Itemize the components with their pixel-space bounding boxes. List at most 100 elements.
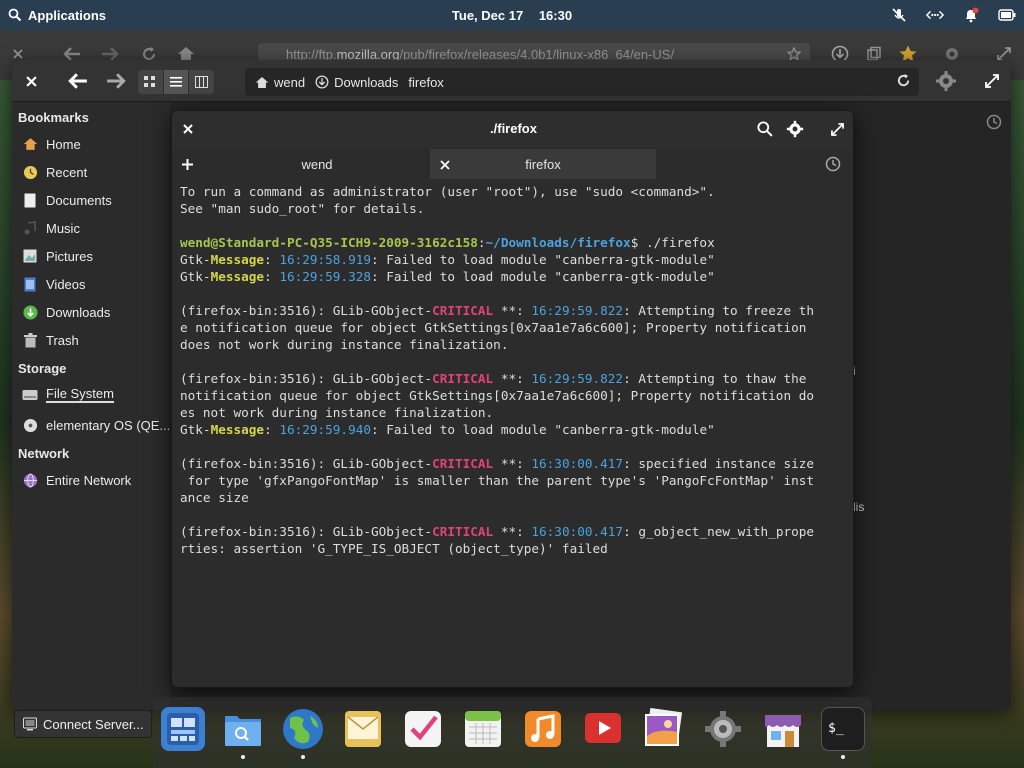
multitasking-icon xyxy=(167,713,199,745)
sidebar-item-recent[interactable]: Recent xyxy=(22,160,170,184)
log-timestamp: 16:29:58.919 xyxy=(279,252,371,267)
sidebar-item-label: Trash xyxy=(46,332,79,348)
prompt-path: ~/Downloads/firefox xyxy=(485,235,631,250)
terminal-settings-gear-icon[interactable] xyxy=(784,111,806,147)
terminal-line: See "man sudo_root" for details. xyxy=(180,201,425,216)
dock-mail[interactable] xyxy=(341,707,385,751)
recent-icon xyxy=(22,164,38,180)
sidebar-item-file-system[interactable]: File System xyxy=(22,383,170,407)
time-label[interactable]: 16:30 xyxy=(539,8,572,23)
dock: $_ xyxy=(153,697,872,768)
dock-appcenter[interactable] xyxy=(761,707,805,751)
log-text: : Attempting to thaw the xyxy=(623,371,807,386)
indicator-area xyxy=(890,0,1016,30)
terminal-headerbar: ./firefox xyxy=(172,111,853,147)
videos-app-icon xyxy=(585,713,621,743)
gtk-message-tag: Message xyxy=(210,269,265,284)
files-forward-icon[interactable] xyxy=(104,60,128,102)
sidebar-heading-network: Network xyxy=(18,446,70,461)
dock-multitasking-view[interactable] xyxy=(161,707,205,751)
svg-text:$_: $_ xyxy=(828,721,844,736)
log-timestamp: 16:29:59.940 xyxy=(279,422,371,437)
log-text: : Failed to load module "canberra-gtk-mo… xyxy=(371,422,715,437)
sidebar-item-documents[interactable]: Documents xyxy=(22,188,170,212)
notification-bell-icon[interactable] xyxy=(962,6,980,24)
breadcrumb-home[interactable]: wend xyxy=(253,75,313,90)
connect-server-button[interactable]: Connect Server... xyxy=(14,710,152,738)
sidebar-item-music[interactable]: Music xyxy=(22,216,170,240)
dock-system-settings[interactable] xyxy=(701,707,745,751)
tab-firefox[interactable]: firefox xyxy=(430,149,656,179)
settings-icon xyxy=(705,711,741,747)
tab-wend[interactable]: wend xyxy=(204,149,430,179)
terminal-icon: $_ xyxy=(828,721,844,736)
sidebar-item-label: Videos xyxy=(46,276,86,292)
terminal-output[interactable]: To run a command as administrator (user … xyxy=(180,183,850,683)
terminal-search-icon[interactable] xyxy=(754,111,776,147)
top-panel: Applications Tue, Dec 17 16:30 xyxy=(0,0,1024,30)
dock-terminal[interactable]: $_ xyxy=(821,707,865,751)
log-stars: **: xyxy=(493,303,532,318)
breadcrumb-downloads[interactable]: Downloads xyxy=(313,75,406,90)
sidebar-item-label: File System xyxy=(46,386,114,403)
connect-server-label: Connect Server... xyxy=(43,716,144,732)
dock-videos[interactable] xyxy=(581,707,625,751)
log-stars: **: xyxy=(493,371,532,386)
sidebar-item-home[interactable]: Home xyxy=(22,132,170,156)
files-maximize-icon[interactable] xyxy=(980,60,1004,102)
tab-label: firefox xyxy=(525,156,561,172)
history-icon[interactable] xyxy=(982,110,1006,134)
content-text-fragment: lis xyxy=(853,500,865,514)
music-icon xyxy=(22,220,38,236)
grid-view-icon[interactable] xyxy=(138,70,164,94)
date-label[interactable]: Tue, Dec 17 xyxy=(452,8,523,23)
dock-web-browser[interactable] xyxy=(281,707,325,751)
list-view-icon[interactable] xyxy=(163,70,190,94)
log-text: : Attempting to freeze th xyxy=(623,303,815,318)
sidebar-item-trash[interactable]: Trash xyxy=(22,328,170,352)
sidebar-item-os-disc[interactable]: elementary OS (QE... xyxy=(22,413,170,437)
network-icon[interactable] xyxy=(926,6,944,24)
tab-close-icon[interactable] xyxy=(440,158,450,173)
files-close-icon[interactable] xyxy=(20,60,42,102)
terminal-tab-bar: wend firefox xyxy=(172,149,853,179)
gtk-prefix: Gtk- xyxy=(180,269,211,284)
log-timestamp: 16:29:59.822 xyxy=(531,303,624,318)
files-menu-gear-icon[interactable] xyxy=(932,60,960,102)
new-tab-icon[interactable] xyxy=(178,149,196,179)
applications-menu[interactable]: Applications xyxy=(0,8,106,23)
sidebar-item-videos[interactable]: Videos xyxy=(22,272,170,296)
files-back-icon[interactable] xyxy=(66,60,90,102)
terminal-line: Gtk-Message: 16:29:59.328: Failed to loa… xyxy=(180,268,850,285)
dock-music[interactable] xyxy=(521,707,565,751)
gtk-prefix: Gtk- xyxy=(180,252,211,267)
critical-tag: CRITICAL xyxy=(432,524,494,539)
disc-icon xyxy=(22,417,38,433)
tab-history-icon[interactable] xyxy=(822,149,844,179)
sidebar-item-entire-network[interactable]: Entire Network xyxy=(22,468,170,492)
power-battery-icon[interactable] xyxy=(998,6,1016,24)
location-pathbar[interactable]: wend Downloads firefox xyxy=(245,68,919,96)
sidebar-item-downloads[interactable]: Downloads xyxy=(22,300,170,324)
reload-icon[interactable] xyxy=(896,73,911,91)
terminal-maximize-icon[interactable] xyxy=(826,111,848,147)
breadcrumb-firefox[interactable]: firefox xyxy=(406,75,451,90)
dock-files[interactable] xyxy=(221,707,265,751)
sidebar-item-label: Music xyxy=(46,220,80,236)
dock-calendar[interactable] xyxy=(461,707,505,751)
breadcrumb-label: Downloads xyxy=(334,74,399,90)
download-icon xyxy=(315,75,329,89)
mic-muted-icon[interactable] xyxy=(890,6,908,24)
gtk-message-tag: Message xyxy=(210,252,265,267)
terminal-prompt-line: wend@Standard-PC-Q35-ICH9-2009-3162c158:… xyxy=(180,234,850,251)
videos-icon xyxy=(22,276,38,292)
sidebar-item-pictures[interactable]: Pictures xyxy=(22,244,170,268)
dock-photos[interactable] xyxy=(641,707,685,751)
column-view-icon[interactable] xyxy=(189,70,214,94)
dock-tasks[interactable] xyxy=(401,707,445,751)
log-text: : specified instance size xyxy=(623,456,815,471)
terminal-line: To run a command as administrator (user … xyxy=(180,184,715,199)
